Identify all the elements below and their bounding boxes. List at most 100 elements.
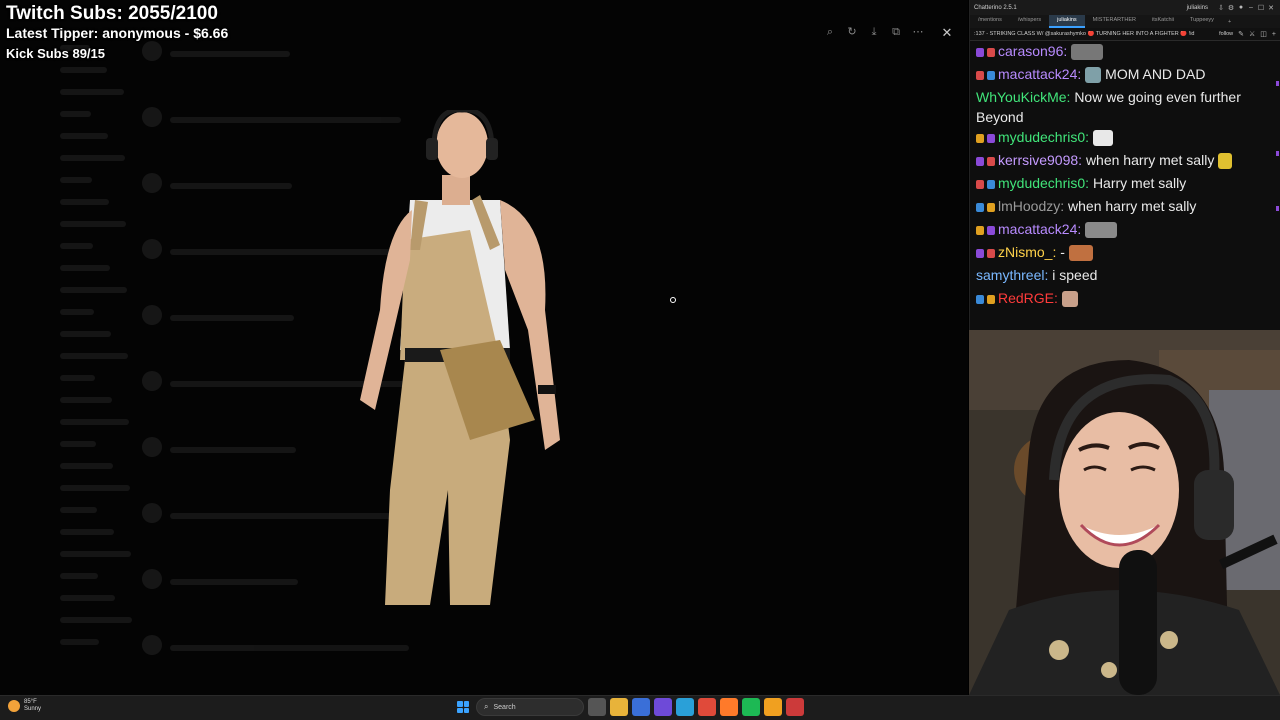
ghost-avatar <box>142 437 162 457</box>
chatterino-icon[interactable] <box>654 698 672 716</box>
download-icon[interactable]: ⤓ <box>866 24 882 40</box>
media-viewer: ⌕ ↻ ⤓ ⧉ ⋯ ✕ <box>0 0 968 695</box>
weather-widget[interactable]: 85°F Sunny <box>8 699 41 713</box>
chat-text: when harry met sally <box>1068 198 1197 214</box>
chat-messages: carason96: macattack24: MOM AND DAD WhYou… <box>970 41 1275 311</box>
chat-username[interactable]: zNismo_: <box>998 244 1056 260</box>
window-close-icon[interactable]: ✕ <box>1266 4 1276 12</box>
ghost-line <box>60 639 99 645</box>
ghost-line <box>170 315 294 321</box>
ghost-line <box>170 51 290 57</box>
chat-tab[interactable]: /mentions <box>970 15 1010 28</box>
chat-message: macattack24: <box>970 219 1275 242</box>
ghost-line <box>60 265 110 271</box>
viewer-toolbar: ⌕ ↻ ⤓ ⧉ ⋯ ✕ <box>822 24 956 42</box>
chat-username[interactable]: samythreel: <box>976 267 1048 283</box>
stream-screen: ⌕ ↻ ⤓ ⧉ ⋯ ✕ Twitch Subs: 2055/2100 Lates… <box>0 0 1280 720</box>
chat-message: kerrsive9098: when harry met sally <box>970 150 1275 173</box>
obs-icon[interactable] <box>786 698 804 716</box>
ghost-line <box>170 645 409 651</box>
edge-icon[interactable] <box>676 698 694 716</box>
update-icon[interactable]: ⇩ <box>1216 4 1226 12</box>
chat-text: Harry met sally <box>1092 175 1187 191</box>
ghost-line <box>60 243 93 249</box>
ghost-line <box>60 441 96 447</box>
badge-icon <box>987 179 995 189</box>
minimize-icon[interactable]: – <box>1246 4 1256 11</box>
chat-username[interactable]: kerrsive9098: <box>998 152 1082 168</box>
settings-icon[interactable]: ⚙ <box>1226 4 1236 12</box>
start-button[interactable] <box>454 698 472 716</box>
ghost-avatar <box>142 239 162 259</box>
user-badges <box>976 127 998 147</box>
ghost-line <box>60 397 112 403</box>
maximize-icon[interactable]: ☐ <box>1256 4 1266 12</box>
user-badges <box>976 173 998 193</box>
search-icon: ⌕ <box>484 702 489 711</box>
ghost-avatar <box>142 503 162 523</box>
sun-icon <box>8 700 20 712</box>
ghost-line <box>60 309 94 315</box>
emote-icon <box>1071 44 1104 61</box>
chat-username[interactable]: mydudechris0: <box>998 175 1089 191</box>
chat-account-name[interactable]: juliakins <box>1187 5 1208 11</box>
zoom-icon[interactable]: ⌕ <box>822 24 838 40</box>
rotate-icon[interactable]: ↻ <box>844 24 860 40</box>
badge-icon <box>976 179 984 189</box>
close-icon[interactable]: ✕ <box>938 24 956 42</box>
badge-icon <box>976 156 984 166</box>
mod-icon[interactable]: ⚔ <box>1249 30 1255 38</box>
chat-message: WhYouKickMe: Now we going even further B… <box>970 87 1275 127</box>
ghost-line <box>60 133 108 139</box>
kick-subs-goal: Kick Subs 89/15 <box>6 46 105 61</box>
chat-message: samythreel: i speed <box>970 265 1275 288</box>
chat-text: i speed <box>1052 267 1098 283</box>
ghost-line <box>60 507 97 513</box>
person-image <box>360 110 560 605</box>
chat-titlebar: Chatterino 2.5.1 juliakins ⇩ ⚙ ● – ☐ ✕ <box>970 0 1280 15</box>
chat-username[interactable]: macattack24: <box>998 221 1081 237</box>
chat-username[interactable]: carason96: <box>998 43 1067 59</box>
split-icon[interactable]: ◫ <box>1260 30 1267 38</box>
chat-tab[interactable]: juliakins <box>1049 15 1085 28</box>
ghost-line <box>60 67 107 73</box>
stream-title: :137 - STRIKING CLASS W/ @sakurashymko 🔴… <box>974 31 1195 37</box>
emote-icon <box>1218 153 1233 170</box>
chat-tab-bar: /mentions/whispers juliakins MISTERARTHER i… <box>970 15 1280 28</box>
account-icon[interactable]: ● <box>1236 4 1246 11</box>
more-icon[interactable]: ⋯ <box>910 24 926 40</box>
taskbar-search[interactable]: ⌕ Search <box>476 698 584 716</box>
ghost-line <box>60 155 125 161</box>
chat-username[interactable]: WhYouKickMe: <box>976 89 1070 105</box>
chat-tab[interactable]: /whispers <box>1010 15 1049 28</box>
emote-icon <box>1068 245 1093 262</box>
chat-scrollbar[interactable] <box>1275 41 1279 330</box>
chrome-canary-icon[interactable] <box>764 698 782 716</box>
chat-username[interactable]: mydudechris0: <box>998 129 1089 145</box>
chat-tab[interactable]: MISTERARTHER <box>1085 15 1144 28</box>
chat-text: when harry met sally <box>1085 152 1215 168</box>
chat-username[interactable]: RedRGE: <box>998 290 1058 306</box>
ghost-line <box>60 199 109 205</box>
spotify-icon[interactable] <box>742 698 760 716</box>
chat-tab[interactable]: itsKatchii <box>1144 15 1182 28</box>
emote-icon <box>1061 291 1078 308</box>
firefox-icon[interactable] <box>720 698 738 716</box>
ghost-line <box>60 463 113 469</box>
chat-tab[interactable]: Tuppeeyy <box>1182 15 1222 28</box>
edit-icon[interactable]: ✎ <box>1238 30 1244 38</box>
chrome-icon[interactable] <box>698 698 716 716</box>
task-view-icon[interactable] <box>588 698 606 716</box>
add-split-icon[interactable]: + <box>1272 31 1276 38</box>
ghost-avatar <box>142 635 162 655</box>
chat-username[interactable]: macattack24: <box>998 66 1081 82</box>
add-tab-button[interactable]: + <box>1222 17 1237 28</box>
file-explorer-icon[interactable] <box>610 698 628 716</box>
user-badges <box>976 64 998 84</box>
follow-link[interactable]: follow <box>1219 31 1233 37</box>
open-external-icon[interactable]: ⧉ <box>888 24 904 40</box>
emote-icon <box>1085 67 1102 84</box>
store-icon[interactable] <box>632 698 650 716</box>
ghost-line <box>60 419 129 425</box>
chat-username[interactable]: lmHoodzy: <box>998 198 1064 214</box>
